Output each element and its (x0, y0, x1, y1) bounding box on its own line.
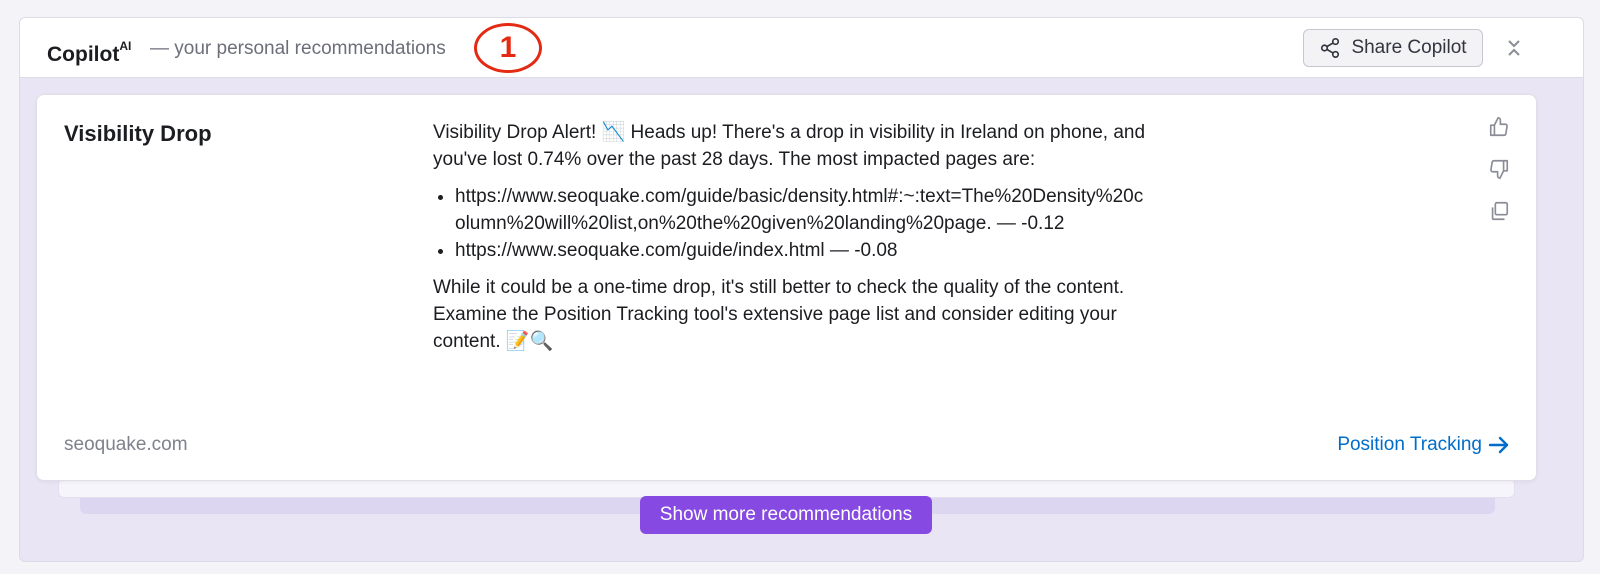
impacted-page-item: https://www.seoquake.com/guide/basic/den… (455, 183, 1151, 237)
copilot-subtitle: — your personal recommendations (150, 38, 446, 59)
impacted-pages-list: https://www.seoquake.com/guide/basic/den… (455, 183, 1151, 264)
share-icon (1321, 38, 1340, 58)
recommendation-card: Visibility Drop Visibility Drop Alert! 📉… (36, 94, 1537, 481)
card-outro: While it could be a one-time drop, it's … (433, 277, 1125, 352)
thumbs-down-icon[interactable] (1487, 157, 1511, 181)
brand-ai-badge: AI (119, 39, 132, 53)
copilot-panel: CopilotAI — your personal recommendation… (19, 17, 1584, 562)
show-more-recommendations-button[interactable]: Show more recommendations (640, 496, 932, 534)
brand-name: Copilot (47, 43, 120, 66)
card-actions (1487, 115, 1511, 223)
collapse-icon (1508, 40, 1520, 56)
card-title: Visibility Drop (64, 121, 212, 146)
copilot-brand: CopilotAI (47, 37, 131, 67)
copilot-header: CopilotAI — your personal recommendation… (20, 18, 1583, 78)
arrow-right-icon (1488, 436, 1509, 454)
card-domain: seoquake.com (64, 434, 188, 455)
share-copilot-label: Share Copilot (1351, 37, 1467, 58)
share-copilot-button[interactable]: Share Copilot (1303, 29, 1483, 67)
position-tracking-link[interactable]: Position Tracking (1337, 433, 1510, 457)
card-body: Visibility Drop Alert! 📉 Heads up! There… (433, 119, 1151, 365)
position-tracking-label: Position Tracking (1337, 434, 1482, 455)
card-intro: Visibility Drop Alert! 📉 Heads up! There… (433, 122, 1146, 170)
thumbs-up-icon[interactable] (1487, 115, 1511, 139)
card-stack-layer (58, 478, 1515, 498)
impacted-page-item: https://www.seoquake.com/guide/index.htm… (455, 237, 1151, 264)
copy-icon[interactable] (1487, 199, 1511, 223)
collapse-button[interactable] (1500, 34, 1528, 62)
annotation-marker: 1 (474, 23, 542, 73)
